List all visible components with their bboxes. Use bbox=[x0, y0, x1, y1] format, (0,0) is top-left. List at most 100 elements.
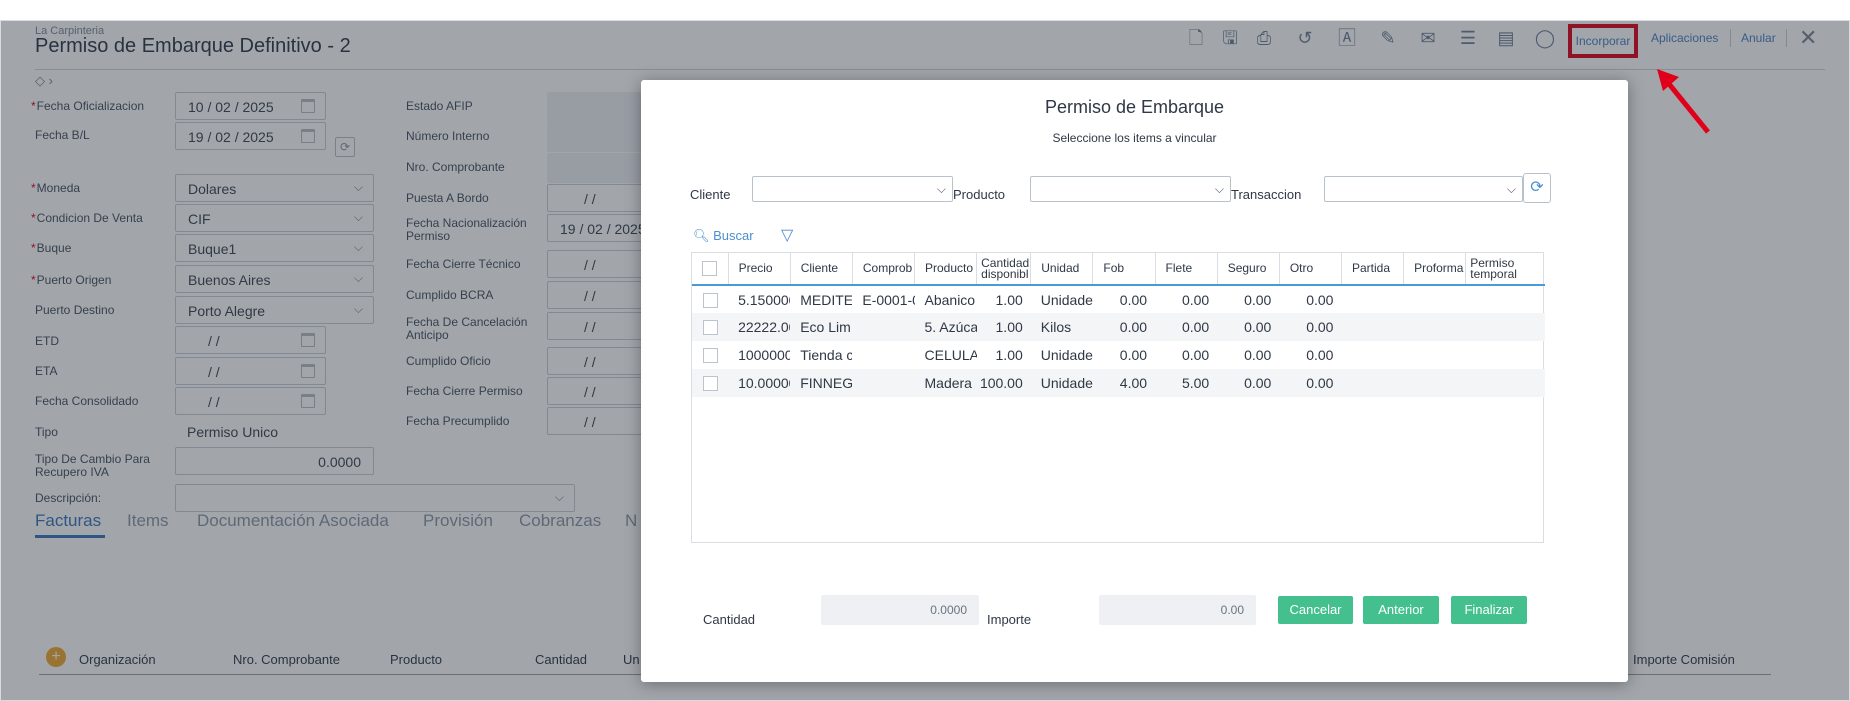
cell-producto: CELULA bbox=[924, 347, 977, 363]
cell-precio: 1000000 bbox=[738, 347, 791, 363]
cell-producto: 5. Azúca bbox=[914, 313, 977, 341]
cell-cantidad: 1.00 bbox=[976, 313, 1031, 341]
col-seguro[interactable]: Seguro bbox=[1217, 253, 1280, 286]
importe-total-label: Importe bbox=[987, 612, 1032, 627]
cliente-select[interactable]: ⌵ bbox=[752, 176, 953, 202]
select-all-checkbox[interactable] bbox=[692, 253, 729, 286]
producto-label: Producto bbox=[953, 187, 1006, 202]
col-comprob[interactable]: Comprob bbox=[852, 253, 916, 286]
items-grid: Precio Cliente Comprob Producto Cantidad… bbox=[691, 252, 1545, 543]
cell-flete: 0.00 bbox=[1155, 313, 1218, 341]
modal-title: Permiso de Embarque bbox=[1044, 97, 1225, 117]
col-cliente[interactable]: Cliente bbox=[790, 253, 853, 286]
refresh-icon[interactable]: ⟳ bbox=[1523, 173, 1551, 203]
cell-otro: 0.00 bbox=[1306, 347, 1334, 363]
importe-total-field: 0.00 bbox=[1099, 595, 1256, 625]
cell-proforma bbox=[1403, 313, 1466, 341]
cell-cliente: Tienda c bbox=[800, 347, 853, 363]
col-cantidad-disponible[interactable]: Cantidad disponibl bbox=[976, 253, 1032, 286]
cell-cliente: Eco Lim bbox=[790, 313, 853, 341]
chevron-down-icon: ⌵ bbox=[936, 182, 946, 196]
table-row[interactable]: 22222.00 Eco Lim 5. Azúca 1.00 Kilos 0.0… bbox=[692, 313, 1545, 341]
cell-comprob bbox=[852, 369, 915, 397]
cell-comprob bbox=[852, 341, 914, 369]
chevron-down-icon: ⌵ bbox=[1214, 182, 1224, 196]
transaccion-label: Transaccion bbox=[1231, 187, 1302, 202]
table-row[interactable]: 5.150000 MEDITE E-0001-0 Abanico 1.00 Un… bbox=[692, 285, 1545, 313]
cell-permiso-temporal bbox=[1465, 369, 1545, 397]
modal-subtitle: Seleccione los items a vincular bbox=[1052, 131, 1217, 145]
cell-proforma bbox=[1404, 341, 1466, 369]
table-header-row: Precio Cliente Comprob Producto Cantidad… bbox=[692, 253, 1545, 286]
transaccion-select[interactable]: ⌵ bbox=[1324, 176, 1523, 202]
search-button[interactable]: 🔍︎ Buscar bbox=[693, 228, 754, 244]
cell-fob: 4.00 bbox=[1092, 369, 1156, 397]
cell-partida bbox=[1341, 313, 1404, 341]
chevron-down-icon: ⌵ bbox=[1506, 182, 1516, 196]
cancel-button[interactable]: Cancelar bbox=[1278, 596, 1353, 624]
cell-precio: 22222.00 bbox=[728, 313, 791, 341]
cell-partida bbox=[1341, 285, 1403, 313]
cell-comprob: E-0001-0 bbox=[862, 291, 915, 308]
cell-unidad: Unidade bbox=[1040, 291, 1093, 308]
cell-proforma bbox=[1404, 285, 1466, 313]
cell-seguro: 0.00 bbox=[1217, 369, 1280, 397]
cell-cliente: MEDITE bbox=[800, 291, 853, 308]
cell-producto: Madera bbox=[914, 369, 977, 397]
col-partida[interactable]: Partida bbox=[1341, 253, 1405, 286]
cell-flete: 5.00 bbox=[1155, 369, 1218, 397]
cell-cantidad: 1.00 bbox=[995, 291, 1023, 308]
table-row[interactable]: 1000000 Tienda c CELULA 1.00 Unidade 0.0… bbox=[692, 341, 1545, 369]
col-otro[interactable]: Otro bbox=[1279, 253, 1342, 286]
annotation-arrow-icon bbox=[1657, 69, 1710, 134]
cell-cantidad: 100.00 bbox=[976, 369, 1031, 397]
col-proforma[interactable]: Proforma bbox=[1403, 253, 1467, 286]
cell-fob: 0.00 bbox=[1092, 313, 1156, 341]
cell-permiso-temporal bbox=[1465, 313, 1545, 341]
cell-precio: 10.00000 bbox=[728, 369, 791, 397]
cell-partida bbox=[1341, 341, 1403, 369]
table-row[interactable]: 10.00000 FINNEG Madera 100.00 Unidade 4.… bbox=[692, 369, 1545, 397]
cell-unidad: Kilos bbox=[1030, 313, 1093, 341]
row-checkbox[interactable] bbox=[692, 369, 729, 397]
permiso-embarque-modal: Permiso de Embarque Seleccione los items… bbox=[641, 80, 1628, 682]
cell-cantidad: 1.00 bbox=[995, 347, 1023, 363]
app-window: La Carpinteria Permiso de Embarque Defin… bbox=[0, 20, 1850, 701]
col-cantidad-disponible-label: Cantidad disponibl bbox=[981, 255, 1030, 281]
filter-icon[interactable]: ▽ bbox=[781, 225, 793, 245]
row-checkbox[interactable] bbox=[692, 341, 728, 369]
cell-precio: 5.150000 bbox=[738, 291, 790, 308]
cell-partida bbox=[1341, 369, 1404, 397]
col-unidad[interactable]: Unidad bbox=[1030, 253, 1094, 286]
col-fob[interactable]: Fob bbox=[1092, 253, 1156, 286]
cell-permiso-temporal bbox=[1466, 341, 1545, 369]
cell-proforma bbox=[1403, 369, 1466, 397]
cell-cliente: FINNEG bbox=[790, 369, 853, 397]
cell-fob: 0.00 bbox=[1119, 347, 1148, 363]
cell-otro: 0.00 bbox=[1279, 313, 1342, 341]
search-icon: 🔍︎ bbox=[693, 228, 710, 243]
search-label: Buscar bbox=[713, 228, 754, 243]
cell-flete: 0.00 bbox=[1181, 291, 1210, 308]
back-button[interactable]: Anterior bbox=[1363, 596, 1439, 624]
row-checkbox[interactable] bbox=[692, 285, 728, 313]
cell-permiso-temporal bbox=[1466, 285, 1545, 313]
cliente-label: Cliente bbox=[690, 187, 731, 202]
cell-fob: 0.00 bbox=[1119, 291, 1148, 308]
cell-flete: 0.00 bbox=[1181, 347, 1210, 363]
cell-seguro: 0.00 bbox=[1244, 291, 1272, 308]
col-permiso-temporal-label: Permiso temporal bbox=[1470, 255, 1517, 281]
cantidad-total-label: Cantidad bbox=[703, 612, 756, 627]
cell-unidad: Unidade bbox=[1030, 369, 1093, 397]
col-permiso-temporal[interactable]: Permiso temporal bbox=[1465, 253, 1545, 286]
col-flete[interactable]: Flete bbox=[1155, 253, 1218, 286]
producto-select[interactable]: ⌵ bbox=[1030, 176, 1231, 202]
cell-seguro: 0.00 bbox=[1217, 313, 1280, 341]
col-producto[interactable]: Producto bbox=[914, 253, 978, 286]
cell-otro: 0.00 bbox=[1279, 369, 1342, 397]
cell-seguro: 0.00 bbox=[1244, 347, 1272, 363]
finish-button[interactable]: Finalizar bbox=[1451, 596, 1527, 624]
col-precio[interactable]: Precio bbox=[728, 253, 791, 286]
cell-producto: Abanico bbox=[924, 291, 976, 308]
row-checkbox[interactable] bbox=[692, 313, 729, 341]
